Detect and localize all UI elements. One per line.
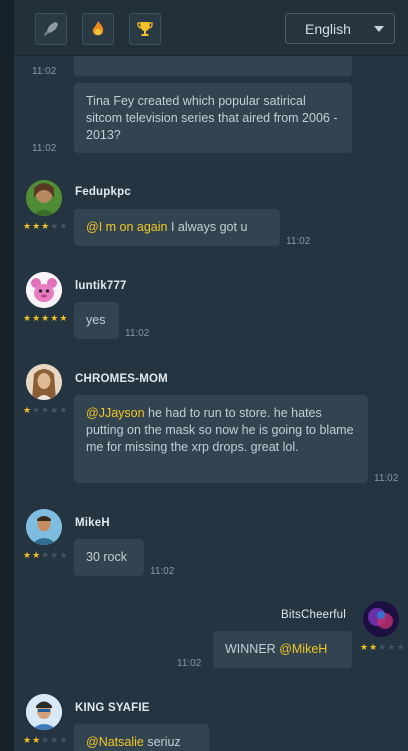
username[interactable]: BitsCheerful	[281, 609, 346, 621]
avatar[interactable]	[26, 180, 62, 216]
message-text: 30 rock	[86, 550, 127, 564]
language-select-value: English	[305, 21, 351, 37]
username[interactable]: MikeH	[75, 517, 110, 529]
mention[interactable]: @MikeH	[279, 642, 327, 656]
avatar[interactable]	[26, 364, 62, 400]
message-bubble: 30 rock	[74, 539, 144, 576]
fire-badge-icon	[92, 21, 104, 36]
trophy-button[interactable]	[129, 13, 161, 45]
avatar[interactable]	[363, 601, 399, 637]
chat-panel: English 11:02 Tina Fey created which pop…	[14, 0, 408, 751]
message-bubble: @I m on again I always got u	[74, 209, 280, 246]
message-text: yes	[86, 313, 106, 327]
message-bubble: yes	[74, 302, 119, 339]
message-time: 11:02	[177, 658, 202, 669]
username[interactable]: KING SYAFIE	[75, 702, 150, 714]
avatar[interactable]	[26, 509, 62, 545]
rocket-button[interactable]	[35, 13, 67, 45]
message-bubble: Tina Fey created which popular satirical…	[74, 83, 352, 153]
message-bubble: WINNER @MikeH	[213, 631, 352, 668]
message-time: 11:02	[125, 328, 150, 339]
message-text: I always got u	[170, 220, 248, 234]
user-rating: ★ ★ ★ ★ ★	[23, 550, 68, 560]
fire-badge-button[interactable]	[82, 13, 114, 45]
language-select[interactable]: English	[285, 13, 395, 44]
message-bubble: @Natsalie seriuz	[74, 724, 209, 751]
avatar[interactable]	[26, 272, 62, 308]
message-text: WINNER	[225, 642, 276, 656]
mention[interactable]: @I m on again	[86, 220, 167, 234]
user-rating: ★ ★ ★ ★ ★	[360, 642, 405, 652]
mention[interactable]: @Natsalie	[86, 735, 144, 749]
username[interactable]: CHROMES-MOM	[75, 373, 168, 385]
message-time: 11:02	[150, 566, 175, 577]
chevron-down-icon	[374, 26, 384, 32]
user-rating: ★ ★ ★ ★ ★	[23, 313, 68, 323]
user-rating: ★ ★ ★ ★ ★	[23, 405, 68, 415]
message-time: 11:02	[32, 143, 57, 154]
message-bubble: @JJayson he had to run to store. he hate…	[74, 395, 368, 483]
trophy-icon	[137, 22, 153, 36]
mention[interactable]: @JJayson	[86, 406, 145, 420]
message-text: Tina Fey created which popular satirical…	[86, 94, 338, 142]
user-rating: ★ ★ ★ ★ ★	[23, 221, 68, 231]
user-rating: ★ ★ ★ ★ ★	[23, 735, 68, 745]
avatar[interactable]	[26, 694, 62, 730]
chat-topbar: English	[14, 0, 408, 56]
left-strip	[0, 0, 14, 751]
username[interactable]: Fedupkpc	[75, 186, 131, 198]
message-time: 11:02	[374, 473, 399, 484]
message-text: seriuz	[147, 735, 181, 749]
message-time: 11:02	[32, 66, 57, 77]
message-time: 11:02	[286, 236, 311, 247]
username[interactable]: luntik777	[75, 280, 127, 292]
rocket-icon	[44, 22, 58, 36]
